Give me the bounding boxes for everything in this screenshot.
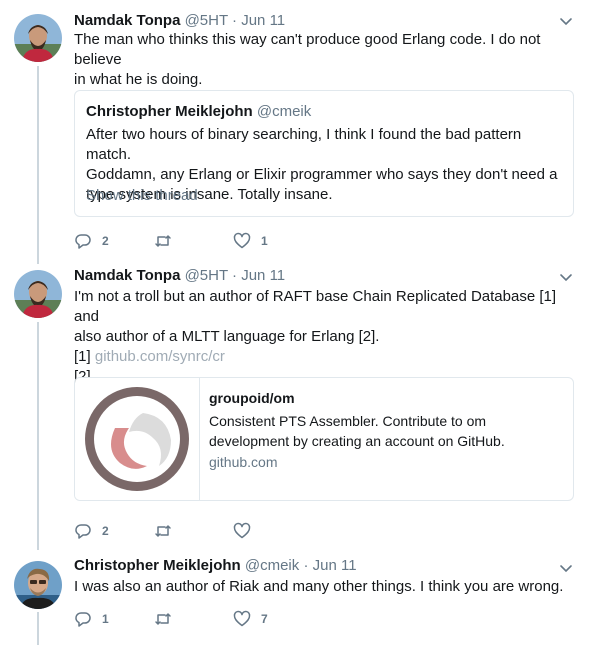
- tweet-ref-line: [1] github.com/synrc/cr: [74, 347, 579, 367]
- ref-prefix: [1]: [74, 348, 95, 365]
- tweet-text: I was also an author of Riak and many ot…: [74, 577, 579, 597]
- avatar[interactable]: [14, 14, 62, 62]
- author-name[interactable]: Namdak Tonpa: [74, 12, 180, 29]
- separator-dot: ·: [232, 12, 238, 29]
- chevron-down-icon[interactable]: [558, 560, 574, 576]
- retweet-icon: [155, 525, 171, 537]
- like-button[interactable]: 1: [233, 230, 268, 252]
- github-link[interactable]: github.com/synrc/cr: [95, 348, 225, 365]
- retweet-button[interactable]: [154, 230, 182, 252]
- thread-line: [37, 612, 39, 645]
- heart-icon: [233, 610, 251, 627]
- reply-icon: [75, 524, 91, 539]
- tweet-text-line: also author of a MLTT language for Erlan…: [74, 328, 380, 345]
- card-description-line: Consistent PTS Assembler. Contribute to …: [209, 413, 487, 429]
- tweet-text-line: The man who thinks this way can't produc…: [74, 31, 541, 68]
- tweet-header: Namdak Tonpa @5HT · Jun 11: [74, 11, 285, 31]
- quote-text-line: After two hours of binary searching, I t…: [86, 126, 522, 163]
- card-domain: github.com: [209, 454, 278, 470]
- chevron-down-icon[interactable]: [558, 269, 574, 285]
- quote-author-name: Christopher Meiklejohn: [86, 103, 253, 120]
- reply-button[interactable]: 2: [74, 520, 109, 542]
- retweet-button[interactable]: [154, 520, 182, 542]
- quoted-tweet[interactable]: Christopher Meiklejohn @cmeik After two …: [74, 90, 574, 217]
- thread-line: [37, 322, 39, 550]
- retweet-button[interactable]: [154, 608, 182, 630]
- reply-icon: [75, 612, 91, 627]
- reply-count: 2: [102, 524, 109, 538]
- show-thread-link[interactable]: Show this thread: [86, 186, 198, 206]
- author-name[interactable]: Christopher Meiklejohn: [74, 557, 241, 574]
- card-description: Consistent PTS Assembler. Contribute to …: [209, 411, 559, 451]
- reply-button[interactable]: 2: [74, 230, 109, 252]
- tweet-text: I'm not a troll but an author of RAFT ba…: [74, 287, 579, 387]
- quote-text-line: Goddamn, any Erlang or Elixir programmer…: [86, 166, 558, 183]
- tweet-time[interactable]: Jun 11: [241, 267, 285, 284]
- retweet-icon: [155, 613, 171, 625]
- avatar[interactable]: [14, 561, 62, 609]
- like-count: 1: [261, 234, 268, 248]
- link-card[interactable]: groupoid/om Consistent PTS Assembler. Co…: [74, 377, 574, 501]
- quote-header: Christopher Meiklejohn @cmeik: [86, 102, 311, 122]
- author-handle[interactable]: @5HT: [185, 12, 228, 29]
- retweet-icon: [155, 235, 171, 247]
- separator-dot: ·: [303, 557, 309, 574]
- reply-button[interactable]: 1: [74, 608, 109, 630]
- author-name[interactable]: Namdak Tonpa: [74, 267, 180, 284]
- tweet-time[interactable]: Jun 11: [241, 12, 285, 29]
- tweet-text-line: I'm not a troll but an author of RAFT ba…: [74, 288, 557, 325]
- like-button[interactable]: 7: [233, 608, 268, 630]
- avatar[interactable]: [14, 270, 62, 318]
- tweet-time[interactable]: Jun 11: [313, 557, 357, 574]
- card-description-line: development by creating an account on Gi…: [209, 433, 505, 449]
- card-title: groupoid/om: [209, 390, 295, 406]
- chevron-down-icon[interactable]: [558, 13, 574, 29]
- like-button[interactable]: [233, 520, 261, 542]
- author-handle[interactable]: @5HT: [185, 267, 228, 284]
- tweet-text-line: I was also an author of Riak and many ot…: [74, 578, 564, 595]
- like-count: 7: [261, 612, 268, 626]
- separator-dot: ·: [232, 267, 238, 284]
- heart-icon: [233, 232, 251, 249]
- reply-icon: [75, 234, 91, 249]
- tweet-header: Namdak Tonpa @5HT · Jun 11: [74, 266, 285, 286]
- card-image: [75, 378, 200, 500]
- tweet-text: The man who thinks this way can't produc…: [74, 30, 579, 90]
- author-handle[interactable]: @cmeik: [245, 557, 299, 574]
- tweet-text-line: in what he is doing.: [74, 71, 203, 88]
- heart-icon: [233, 522, 251, 539]
- reply-count: 2: [102, 234, 109, 248]
- quote-author-handle: @cmeik: [256, 103, 312, 120]
- thread-line: [37, 66, 39, 264]
- tweet-header: Christopher Meiklejohn @cmeik · Jun 11: [74, 556, 357, 576]
- reply-count: 1: [102, 612, 109, 626]
